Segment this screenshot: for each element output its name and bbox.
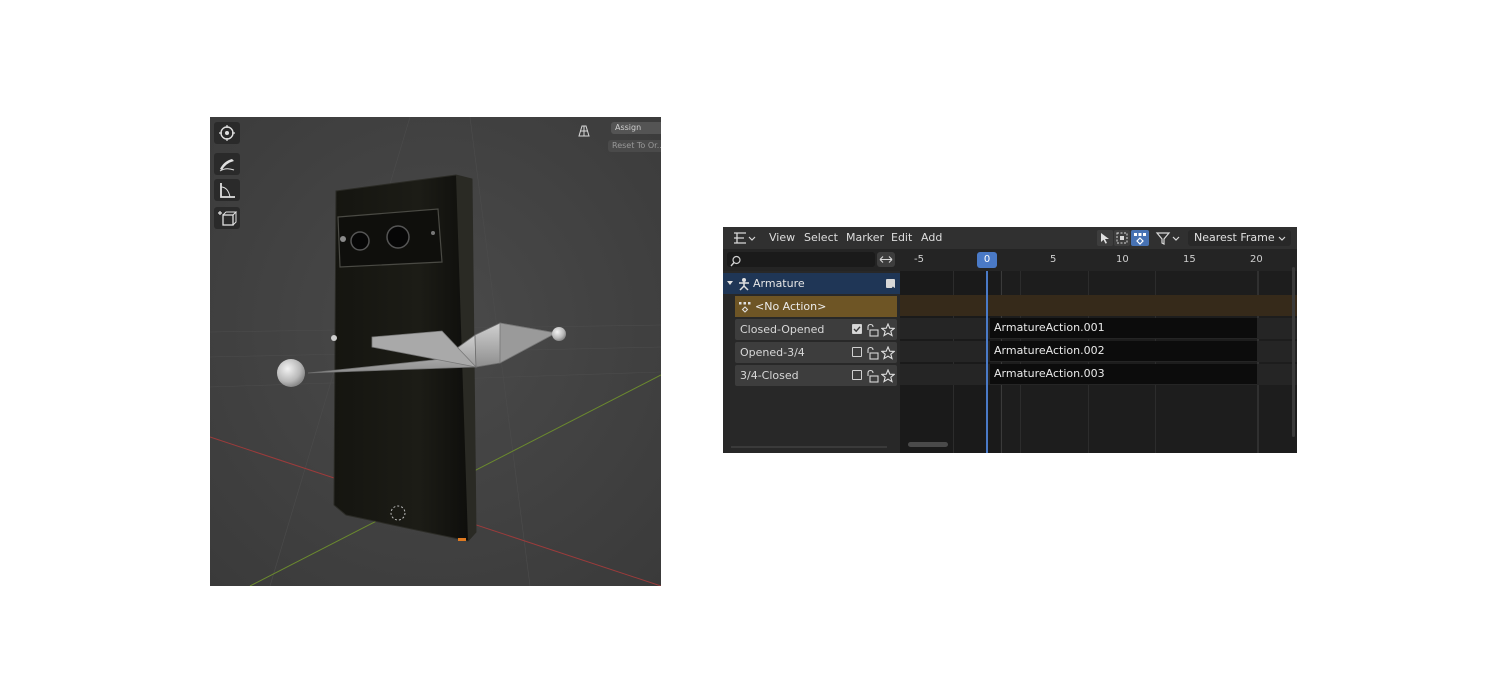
- horizontal-scrollbar[interactable]: [908, 442, 948, 447]
- armature-label: Armature: [753, 277, 805, 290]
- only-show-selected-icon[interactable]: [1131, 230, 1149, 246]
- menu-add[interactable]: Add: [921, 227, 942, 249]
- measure-icon[interactable]: [214, 179, 240, 201]
- track-checkbox[interactable]: [852, 370, 862, 380]
- expand-triangle-icon[interactable]: [725, 273, 735, 294]
- strip-label: ArmatureAction.002: [994, 344, 1105, 357]
- sidebar-scrollbar[interactable]: [731, 446, 887, 448]
- track-name: Opened-3/4: [740, 346, 805, 359]
- annotate-icon[interactable]: [214, 153, 240, 175]
- track-checkbox[interactable]: [852, 324, 862, 334]
- action-row-stripe: [900, 295, 1297, 316]
- menu-marker[interactable]: Marker: [846, 227, 884, 249]
- chevron-down-icon: [1276, 230, 1288, 246]
- 3d-viewport[interactable]: Assign Reset To Or..: [210, 105, 661, 586]
- swap-arrows-icon[interactable]: [877, 252, 895, 267]
- armature-icon: [737, 276, 751, 291]
- unlock-icon[interactable]: [866, 368, 880, 383]
- unlock-icon[interactable]: [866, 345, 880, 360]
- action-icon: [738, 299, 752, 313]
- nla-track-row[interactable]: Closed-Opened: [735, 319, 897, 340]
- add-cube-icon[interactable]: [214, 207, 240, 229]
- assign-button[interactable]: Assign: [611, 122, 661, 134]
- nla-strip[interactable]: ArmatureAction.002: [990, 341, 1257, 361]
- track-checkbox[interactable]: [852, 347, 862, 357]
- ruler-tick: 20: [1250, 254, 1263, 265]
- ruler-tick: 10: [1116, 254, 1129, 265]
- select-tool-icon[interactable]: [1097, 230, 1113, 246]
- menu-select[interactable]: Select: [804, 227, 838, 249]
- filter-icon[interactable]: [1155, 230, 1185, 246]
- search-row: [723, 249, 900, 271]
- track-name: 3/4-Closed: [740, 369, 799, 382]
- star-icon[interactable]: [880, 368, 896, 383]
- menu-edit[interactable]: Edit: [891, 227, 912, 249]
- search-icon: [729, 253, 742, 272]
- strip-label: ArmatureAction.001: [994, 321, 1105, 334]
- action-slot-row[interactable]: <No Action>: [735, 296, 897, 317]
- strip-label: ArmatureAction.003: [994, 367, 1105, 380]
- ruler-tick: 15: [1183, 254, 1196, 265]
- playhead-line[interactable]: [986, 271, 988, 453]
- channel-list: Armature <No Action> Closed-Opened Opene…: [723, 249, 900, 453]
- star-icon[interactable]: [880, 345, 896, 360]
- ruler-tick: 5: [1050, 254, 1057, 265]
- snap-mode-value: Nearest Frame: [1194, 231, 1275, 244]
- current-frame-indicator[interactable]: 0: [977, 252, 997, 268]
- search-input[interactable]: [727, 252, 875, 267]
- menu-view[interactable]: View: [769, 227, 795, 249]
- frame-ruler[interactable]: [900, 249, 1297, 271]
- vertical-scrollbar[interactable]: [1292, 267, 1295, 437]
- nla-strip[interactable]: ArmatureAction.001: [990, 318, 1257, 338]
- track-name: Closed-Opened: [740, 323, 825, 336]
- nla-header: View Select Marker Edit Add Nearest Fram…: [723, 227, 1297, 249]
- grid-overlay-icon[interactable]: [576, 123, 592, 137]
- nla-editor: View Select Marker Edit Add Nearest Fram…: [723, 218, 1297, 453]
- nla-strip[interactable]: ArmatureAction.003: [990, 364, 1257, 384]
- reset-to-original-button[interactable]: Reset To Or..: [608, 140, 661, 152]
- action-slot-label: <No Action>: [755, 300, 827, 313]
- armature-row[interactable]: Armature: [723, 273, 900, 294]
- snap-mode-dropdown[interactable]: Nearest Frame: [1188, 230, 1291, 246]
- move-icon[interactable]: [214, 122, 240, 144]
- armature-checkbox[interactable]: [886, 279, 895, 293]
- unlock-icon[interactable]: [866, 322, 880, 337]
- viewport-top-strip: [210, 105, 661, 117]
- viewport-scene[interactable]: [210, 117, 661, 586]
- search-text[interactable]: [743, 252, 871, 267]
- editor-type-icon[interactable]: [731, 230, 757, 246]
- nla-track-row[interactable]: 3/4-Closed: [735, 365, 897, 386]
- nla-track-row[interactable]: Opened-3/4: [735, 342, 897, 363]
- ruler-tick: -5: [914, 254, 924, 265]
- box-select-icon[interactable]: [1114, 230, 1130, 246]
- star-icon[interactable]: [880, 322, 896, 337]
